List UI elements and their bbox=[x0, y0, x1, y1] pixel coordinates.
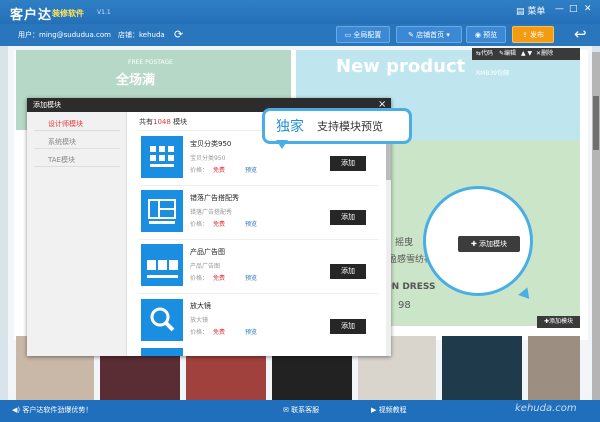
add-module-button[interactable]: 添加 bbox=[330, 319, 366, 334]
module-preview-link[interactable]: 预览 bbox=[245, 165, 257, 174]
menu-button[interactable]: ▤ 菜单 bbox=[516, 4, 545, 17]
module-sub: 放大镜 bbox=[190, 317, 209, 324]
module-preview-link[interactable]: 预览 bbox=[245, 273, 257, 282]
close-button[interactable]: ✕ bbox=[584, 4, 592, 14]
add-module-button[interactable]: 添加 bbox=[330, 156, 366, 171]
module-price-label: 价格： bbox=[190, 221, 209, 228]
module-sub: 产品广告图 bbox=[190, 263, 221, 270]
shop-home-button[interactable]: ✎ 店铺首页 ▾ bbox=[396, 26, 462, 43]
sidebar-item-system[interactable]: 系统模块 bbox=[34, 135, 120, 149]
module-preview-link[interactable]: 预览 bbox=[245, 327, 257, 336]
dialog-title: 添加模块 bbox=[33, 101, 61, 109]
canvas-add-module-button[interactable]: ✚添加模块 bbox=[537, 316, 580, 328]
divider bbox=[139, 293, 379, 294]
sidebar-item-designer[interactable]: 设计师模块 bbox=[34, 117, 120, 131]
user-label: 用户：ming@sududua.com bbox=[18, 31, 111, 39]
divider bbox=[139, 185, 379, 186]
publish-button[interactable]: ⇪ 发布 bbox=[512, 26, 554, 43]
callout-tail bbox=[276, 140, 288, 149]
module-price-label: 价格： bbox=[190, 167, 209, 174]
menu-icon: ▤ bbox=[516, 7, 525, 17]
module-name: 错落广告搭配秀 bbox=[190, 194, 239, 202]
app-version: V1.1 bbox=[97, 9, 111, 16]
domain-watermark: kehuda.com bbox=[515, 403, 577, 414]
maximize-button[interactable]: □ bbox=[569, 4, 578, 14]
global-config-button[interactable]: ▭ 全局配置 bbox=[336, 26, 390, 43]
shop-label: 店铺：kehuda bbox=[118, 31, 165, 39]
module-icon-partial bbox=[141, 348, 183, 356]
product-photo[interactable] bbox=[442, 336, 522, 402]
refresh-icon[interactable]: ⟳ bbox=[174, 28, 183, 41]
title-bar bbox=[0, 0, 600, 24]
module-name: 宝贝分类950 bbox=[190, 140, 232, 148]
product-photo[interactable] bbox=[528, 336, 580, 402]
module-sub: 宝贝分类950 bbox=[190, 155, 226, 162]
monitor-icon: ▭ bbox=[344, 31, 352, 39]
preview-button[interactable]: ◉ 预览 bbox=[466, 26, 506, 43]
plus-icon: ✚ bbox=[470, 240, 477, 248]
module-price: 免费 bbox=[213, 275, 226, 282]
layout-icon bbox=[141, 190, 183, 232]
module-price-label: 价格： bbox=[190, 275, 209, 282]
upload-icon: ⇪ bbox=[521, 31, 528, 39]
sidebar-item-tae[interactable]: TAE模块 bbox=[34, 153, 120, 167]
callout-exclusive: 独家 bbox=[276, 119, 304, 135]
module-sub: 错落广告搭配秀 bbox=[190, 209, 233, 216]
support-link[interactable]: ✉ 联系客服 bbox=[283, 405, 319, 415]
divider bbox=[139, 239, 379, 240]
module-count: 共有1048 模块 bbox=[139, 118, 188, 126]
promo-link[interactable]: ◀) 客户达软件劲爆优势！ bbox=[12, 405, 92, 415]
module-name: 放大镜 bbox=[190, 302, 211, 310]
speaker-icon: ◀) bbox=[12, 406, 21, 414]
chat-icon: ✉ bbox=[283, 406, 289, 414]
app-subtitle: 装修软件 bbox=[52, 9, 84, 18]
module-price: 免费 bbox=[213, 167, 226, 174]
canvas-scrollbar-thumb[interactable] bbox=[593, 96, 599, 150]
banner-icon bbox=[141, 244, 183, 286]
module-price-label: 价格： bbox=[190, 329, 209, 336]
video-icon: ▶ bbox=[371, 406, 377, 414]
arrow-up-icon[interactable]: ▲ bbox=[521, 50, 526, 57]
module-edit-button[interactable]: ✎编辑 bbox=[499, 50, 516, 57]
dialog-scrollbar-thumb[interactable] bbox=[386, 140, 391, 180]
eye-icon: ◉ bbox=[474, 31, 481, 39]
module-name: 产品广告图 bbox=[190, 248, 225, 256]
module-code-button[interactable]: ⇆代码 bbox=[476, 50, 493, 57]
module-toolbar: ⇆代码 ✎编辑 ▲ ▼ ✕删除 bbox=[472, 48, 580, 60]
module-delete-button[interactable]: ✕删除 bbox=[536, 50, 553, 57]
app-brand: 客户达 bbox=[10, 8, 53, 23]
add-module-callout-button[interactable]: ✚ 添加模块 bbox=[458, 236, 520, 252]
callout-text: 支持模块预览 bbox=[317, 120, 383, 133]
arrow-down-icon[interactable]: ▼ bbox=[527, 50, 532, 57]
minimize-button[interactable]: — bbox=[555, 4, 564, 14]
add-module-button[interactable]: 添加 bbox=[330, 264, 366, 279]
category-grid-icon bbox=[141, 136, 183, 178]
magnifier-icon bbox=[141, 299, 183, 341]
module-price: 免费 bbox=[213, 221, 226, 228]
module-preview-link[interactable]: 预览 bbox=[245, 219, 257, 228]
video-tutorial-link[interactable]: ▶ 视频教程 bbox=[371, 405, 407, 415]
edit-icon: ✎ bbox=[408, 31, 414, 39]
preview-callout: 独家 支持模块预览 bbox=[262, 108, 412, 144]
add-module-button[interactable]: 添加 bbox=[330, 210, 366, 225]
back-icon[interactable]: ↩ bbox=[574, 25, 587, 43]
chevron-down-icon: ▾ bbox=[446, 31, 450, 39]
module-price: 免费 bbox=[213, 329, 226, 336]
